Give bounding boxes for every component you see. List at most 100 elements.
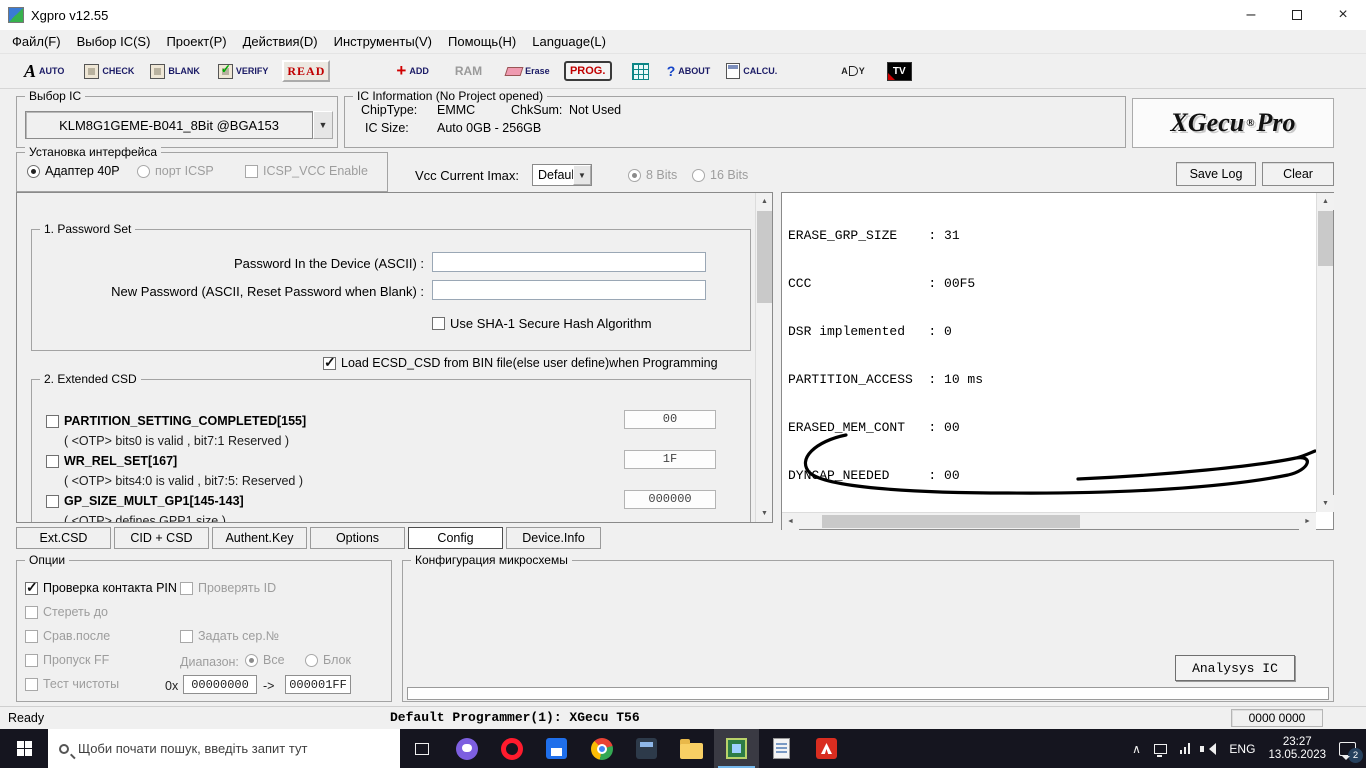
menu-project[interactable]: Проект(P) — [158, 32, 234, 51]
start-button[interactable] — [0, 729, 48, 768]
password-device-input[interactable] — [432, 252, 706, 272]
scroll-left-button[interactable]: ◄ — [782, 513, 799, 530]
tv-button[interactable]: TV — [887, 62, 912, 81]
purity-test-checkbox[interactable]: Тест чистоты — [25, 677, 119, 691]
gp-size-mult-checkbox[interactable]: GP_SIZE_MULT_GP1[145-143] — [46, 494, 244, 508]
notification-center-icon[interactable]: 2 — [1339, 742, 1356, 756]
taskbar-app-calculator[interactable] — [624, 729, 669, 768]
clear-label: Clear — [1283, 167, 1313, 181]
range-block-radio[interactable]: Блок — [305, 653, 351, 667]
partition-setting-value[interactable]: 00 — [624, 410, 716, 429]
vcc-dropdown-button[interactable]: ▼ — [573, 165, 591, 185]
scroll-down-button[interactable]: ▼ — [756, 505, 773, 522]
ic-select-dropdown-button[interactable]: ▼ — [313, 111, 333, 139]
language-indicator[interactable]: ENG — [1229, 742, 1255, 756]
scroll-up-button[interactable]: ▲ — [1317, 193, 1334, 210]
chip-type-label: ChipType: — [361, 103, 417, 117]
partition-setting-checkbox[interactable]: PARTITION_SETTING_COMPLETED[155] — [46, 414, 306, 428]
menu-file[interactable]: Файл(F) — [4, 32, 69, 51]
scroll-up-button[interactable]: ▲ — [756, 193, 773, 210]
about-button[interactable]: ? ABOUT — [667, 63, 711, 79]
erase-to-checkbox[interactable]: Стереть до — [25, 605, 108, 619]
tab-authent-key[interactable]: Authent.Key — [212, 527, 307, 549]
wr-rel-set-checkbox[interactable]: WR_REL_SET[167] — [46, 454, 177, 468]
tab-device-info[interactable]: Device.Info — [506, 527, 601, 549]
scrollbar-thumb[interactable] — [1318, 211, 1333, 266]
load-ecsd-checkbox[interactable]: Load ECSD_CSD from BIN file(else user de… — [323, 356, 718, 370]
auto-button[interactable]: A AUTO — [24, 61, 64, 82]
tab-config[interactable]: Config — [408, 527, 503, 549]
scrollbar-thumb[interactable] — [822, 515, 1080, 528]
save-log-button[interactable]: Save Log — [1176, 162, 1256, 186]
ic-select-combo[interactable]: KLM8G1GEME-B041_8Bit @BGA153 — [25, 111, 313, 139]
compare-after-checkbox[interactable]: Срав.после — [25, 629, 110, 643]
scroll-right-button[interactable]: ► — [1299, 513, 1316, 530]
taskbar-app-save[interactable] — [534, 729, 579, 768]
check-button[interactable]: CHECK — [84, 64, 134, 79]
taskbar-app-messenger[interactable] — [444, 729, 489, 768]
taskbar-app-explorer[interactable] — [669, 729, 714, 768]
id-check-checkbox[interactable]: Проверять ID — [180, 581, 276, 595]
sha1-checkbox[interactable]: Use SHA-1 Secure Hash Algorithm — [432, 316, 652, 331]
verify-button[interactable]: VERIFY — [218, 64, 269, 79]
taskbar-app-acrobat[interactable] — [804, 729, 849, 768]
gp-size-mult-value[interactable]: 000000 — [624, 490, 716, 509]
bits16-radio[interactable]: 16 Bits — [692, 168, 748, 182]
log-line: PARTITION_ACCESS : 10 ms — [788, 372, 1316, 388]
socket-button[interactable] — [632, 63, 649, 80]
menu-actions[interactable]: Действия(D) — [235, 32, 326, 51]
scrollbar-thumb[interactable] — [757, 211, 772, 303]
search-input[interactable] — [78, 741, 389, 756]
menu-tools[interactable]: Инструменты(V) — [326, 32, 440, 51]
signal-icon[interactable] — [1180, 743, 1191, 754]
network-icon[interactable] — [1154, 744, 1167, 754]
calcu-button[interactable]: CALCU. — [726, 63, 777, 79]
read-button[interactable]: READ — [282, 60, 330, 82]
icsp-port-radio[interactable]: порт ICSP — [137, 164, 214, 178]
blank-button[interactable]: BLANK — [150, 64, 200, 79]
maximize-button[interactable] — [1274, 0, 1320, 30]
menu-select-ic[interactable]: Выбор IC(S) — [69, 32, 159, 51]
clear-button[interactable]: Clear — [1262, 162, 1334, 186]
config-panel-scrollbar[interactable]: ▲ ▼ — [755, 193, 772, 522]
progress-bar — [407, 687, 1329, 700]
add-button[interactable]: + ADD — [396, 61, 428, 81]
serial-number-checkbox[interactable]: Задать сер.№ — [180, 629, 279, 643]
skip-ff-checkbox[interactable]: Пропуск FF — [25, 653, 109, 667]
taskbar-app-xgpro[interactable] — [714, 729, 759, 768]
menu-language[interactable]: Language(L) — [524, 32, 614, 51]
vcc-combo[interactable]: Default ▼ — [532, 164, 592, 186]
scroll-down-button[interactable]: ▼ — [1317, 495, 1334, 512]
task-view-button[interactable] — [400, 729, 444, 768]
prog-button[interactable]: PROG. — [564, 61, 612, 81]
taskbar-app-opera[interactable] — [489, 729, 534, 768]
taskbar-clock[interactable]: 23:27 13.05.2023 — [1268, 736, 1326, 762]
minimize-button[interactable]: – — [1228, 0, 1274, 30]
taskbar-app-notepad[interactable] — [759, 729, 804, 768]
address-from-input[interactable] — [183, 675, 257, 694]
volume-icon[interactable] — [1203, 743, 1216, 755]
close-button[interactable]: × — [1320, 0, 1366, 30]
ram-button[interactable]: RAM — [455, 64, 482, 78]
log-panel[interactable]: ERASE_GRP_SIZE : 31 CCC : 00F5 DSR imple… — [781, 192, 1334, 530]
menu-help[interactable]: Помощь(H) — [440, 32, 524, 51]
logic-button[interactable]: A Y — [841, 66, 865, 76]
tab-options[interactable]: Options — [310, 527, 405, 549]
log-horizontal-scrollbar[interactable]: ◄ ► — [782, 512, 1316, 529]
wr-rel-set-value[interactable]: 1F — [624, 450, 716, 469]
bits8-radio[interactable]: 8 Bits — [628, 168, 677, 182]
icsp-vcc-checkbox[interactable]: ICSP_VCC Enable — [245, 164, 368, 178]
tab-cid-csd[interactable]: CID + CSD — [114, 527, 209, 549]
taskbar-search[interactable] — [48, 729, 400, 768]
taskbar-app-chrome[interactable] — [579, 729, 624, 768]
log-vertical-scrollbar[interactable]: ▲ ▼ — [1316, 193, 1333, 512]
range-all-radio[interactable]: Все — [245, 653, 285, 667]
pin-check-checkbox[interactable]: Проверка контакта PIN — [25, 581, 177, 595]
password-new-input[interactable] — [432, 280, 706, 300]
erase-button[interactable]: Erase — [506, 66, 550, 76]
tab-ext-csd[interactable]: Ext.CSD — [16, 527, 111, 549]
adapter-40p-radio[interactable]: Адаптер 40P — [27, 164, 120, 178]
hidden-icons-chevron[interactable]: ∧ — [1132, 742, 1141, 756]
address-to-input[interactable] — [285, 675, 351, 694]
analyze-ic-button[interactable]: Analysys IC — [1175, 655, 1295, 681]
